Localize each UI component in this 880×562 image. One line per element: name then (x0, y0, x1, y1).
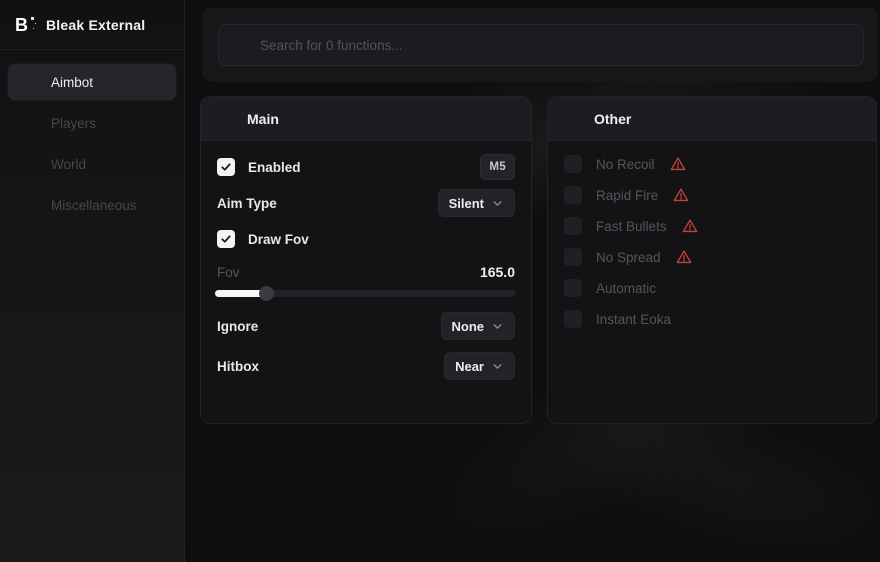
enabled-row: Enabled M5 (217, 153, 515, 181)
sidebar-item-icon (21, 115, 38, 132)
other-option-row: No Recoil (564, 155, 860, 173)
hitbox-row: Hitbox Near (217, 352, 515, 380)
hitbox-value: Near (455, 359, 484, 374)
warning-triangle-icon (670, 156, 686, 172)
sidebar-item[interactable]: Aimbot (8, 64, 176, 100)
ignore-value: None (452, 319, 485, 334)
sidebar-item-icon (21, 74, 38, 91)
chevron-down-icon (491, 197, 504, 210)
hitbox-dropdown[interactable]: Near (444, 352, 515, 380)
search-input[interactable] (260, 38, 849, 53)
target-icon (219, 111, 234, 126)
option-checkbox[interactable] (564, 186, 582, 204)
fov-slider-track[interactable] (215, 290, 515, 297)
other-option-row: Fast Bullets (564, 217, 860, 235)
aim-type-label: Aim Type (217, 196, 277, 211)
option-label: No Recoil (596, 157, 655, 172)
other-panel-title: Other (594, 111, 631, 127)
other-panel: Other No Recoil Rapid Fire Fast Bullets … (547, 96, 877, 424)
search-box[interactable] (218, 24, 864, 66)
sidebar-item-icon (21, 156, 38, 173)
app-title: Bleak External (46, 17, 145, 33)
warning-triangle-icon (676, 249, 692, 265)
ignore-label: Ignore (217, 319, 258, 334)
option-label: Rapid Fire (596, 188, 658, 203)
sidebar-item[interactable]: Miscellaneous (8, 187, 176, 223)
fov-slider-thumb[interactable] (259, 286, 274, 301)
warning-triangle-icon (682, 218, 698, 234)
option-label: No Spread (596, 250, 661, 265)
sidebar-item-label: Miscellaneous (51, 198, 137, 213)
search-icon (233, 37, 249, 53)
option-label: Automatic (596, 281, 656, 296)
aim-type-dropdown[interactable]: Silent (438, 189, 515, 217)
search-panel (202, 8, 878, 82)
sidebar-item[interactable]: World (8, 146, 176, 182)
ignore-row: Ignore None (217, 312, 515, 340)
sidebar-item[interactable]: Players (8, 105, 176, 141)
sidebar-nav: Aimbot Players World Miscellaneous (0, 50, 184, 237)
aim-type-row: Aim Type Silent (217, 189, 515, 217)
other-panel-body: No Recoil Rapid Fire Fast Bullets No Spr… (548, 141, 876, 355)
main-panel-title: Main (247, 111, 279, 127)
gear-icon (566, 111, 581, 126)
option-checkbox[interactable] (564, 310, 582, 328)
app-logo-row: B Bleak External (0, 0, 184, 50)
aim-type-value: Silent (449, 196, 484, 211)
draw-fov-checkbox[interactable] (217, 230, 235, 248)
fov-row: Fov 165.0 (217, 261, 515, 283)
main-panel-body: Enabled M5 Aim Type Silent Draw Fov Fov … (201, 141, 531, 392)
option-checkbox[interactable] (564, 155, 582, 173)
warning-triangle-icon (673, 187, 689, 203)
other-option-row: Instant Eoka (564, 310, 860, 328)
hitbox-label: Hitbox (217, 359, 259, 374)
sidebar: B Bleak External Aimbot Players World Mi… (0, 0, 185, 562)
option-checkbox[interactable] (564, 217, 582, 235)
option-checkbox[interactable] (564, 248, 582, 266)
other-option-row: Rapid Fire (564, 186, 860, 204)
draw-fov-label: Draw Fov (248, 232, 309, 247)
enabled-label: Enabled (248, 160, 301, 175)
chevron-down-icon (491, 360, 504, 373)
option-checkbox[interactable] (564, 279, 582, 297)
sidebar-item-icon (21, 197, 38, 214)
other-panel-header: Other (548, 97, 876, 141)
draw-fov-row: Draw Fov (217, 225, 515, 253)
sidebar-item-label: Players (51, 116, 96, 131)
main-panel: Main Enabled M5 Aim Type Silent Draw Fov… (200, 96, 532, 424)
fov-slider-row (217, 286, 515, 302)
main-panel-header: Main (201, 97, 531, 141)
chevron-down-icon (491, 320, 504, 333)
ignore-dropdown[interactable]: None (441, 312, 516, 340)
option-label: Instant Eoka (596, 312, 671, 327)
sidebar-item-label: World (51, 157, 86, 172)
option-label: Fast Bullets (596, 219, 667, 234)
app-logo-icon: B (15, 14, 35, 36)
fov-label: Fov (217, 265, 240, 280)
keybind-button[interactable]: M5 (480, 154, 515, 180)
enabled-checkbox[interactable] (217, 158, 235, 176)
fov-value: 165.0 (480, 264, 515, 280)
sidebar-item-label: Aimbot (51, 75, 93, 90)
other-option-row: No Spread (564, 248, 860, 266)
other-option-row: Automatic (564, 279, 860, 297)
